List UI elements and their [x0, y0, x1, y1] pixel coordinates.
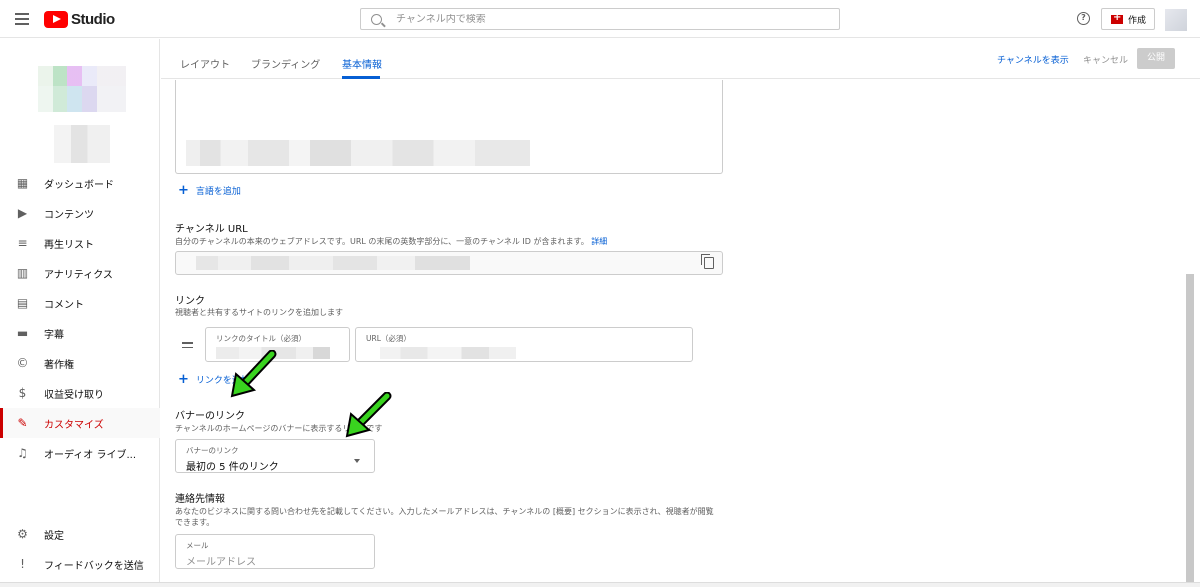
drag-handle-icon[interactable] — [182, 342, 193, 351]
youtube-play-icon — [44, 10, 68, 28]
youtube-studio-logo[interactable]: Studio — [44, 9, 115, 29]
sidebar: ▦ ダッシュボード ▶ コンテンツ ≡ 再生リスト ▥ アナリティクス ▤ コメ… — [0, 39, 160, 587]
banner-links-select[interactable]: バナーのリンク 最初の 5 件のリンク — [175, 439, 375, 473]
content-icon: ▶ — [17, 205, 28, 220]
copyright-icon: © — [16, 355, 29, 370]
dashboard-icon: ▦ — [16, 175, 29, 190]
publish-button[interactable]: 公開 — [1137, 48, 1175, 69]
active-tab-indicator — [342, 76, 380, 79]
links-title: リンク — [175, 296, 205, 307]
help-icon[interactable]: ? — [1077, 12, 1090, 25]
link-url-value-redacted — [380, 347, 516, 359]
dollar-icon: $ — [18, 385, 27, 400]
banner-links-title: バナーのリンク — [175, 411, 245, 422]
feedback-icon: ! — [20, 556, 25, 571]
links-subtitle: 視聴者と共有するサイトのリンクを追加します — [175, 308, 343, 317]
bottom-edge — [0, 582, 1200, 587]
add-language-button[interactable]: + 言語を追加 — [178, 183, 241, 198]
copy-icon[interactable] — [701, 254, 714, 269]
tab-bar: レイアウト ブランディング 基本情報 チャンネルを表示 キャンセル 公開 — [161, 39, 1200, 79]
playlist-icon: ≡ — [17, 235, 28, 250]
sidebar-item-comments[interactable]: ▤ コメント — [0, 288, 160, 318]
annotation-arrow-2 — [345, 392, 392, 438]
sidebar-item-audio-library[interactable]: ♫ オーディオ ライブ... — [0, 438, 160, 468]
tab-branding[interactable]: ブランディング — [251, 56, 320, 71]
account-avatar[interactable] — [1165, 9, 1187, 31]
channel-name — [54, 125, 110, 163]
sidebar-item-subtitles[interactable]: ▬ 字幕 — [0, 318, 160, 348]
sidebar-item-content[interactable]: ▶ コンテンツ — [0, 198, 160, 228]
channel-url-subtitle: 自分のチャンネルの本来のウェブアドレスです。URL の末尾の英数字部分に、一意の… — [175, 237, 608, 246]
description-text-redacted — [186, 140, 530, 166]
search-icon — [371, 13, 382, 25]
menu-icon[interactable] — [15, 13, 29, 25]
view-channel-button[interactable]: チャンネルを表示 — [997, 53, 1069, 66]
comment-icon: ▤ — [16, 295, 29, 310]
annotation-arrow-1 — [230, 350, 277, 398]
sidebar-item-feedback[interactable]: ! フィードバックを送信 — [0, 549, 160, 579]
sidebar-item-settings[interactable]: ⚙ 設定 — [0, 519, 160, 549]
tab-basic-info[interactable]: 基本情報 — [342, 56, 382, 71]
create-button[interactable]: 作成 — [1101, 8, 1155, 30]
details-link[interactable]: 詳細 — [591, 237, 607, 246]
dropdown-caret-icon — [354, 459, 360, 463]
cancel-button[interactable]: キャンセル — [1083, 53, 1128, 66]
tab-layout[interactable]: レイアウト — [180, 56, 230, 71]
magic-wand-icon: ✎ — [17, 415, 28, 430]
gear-icon: ⚙ — [17, 526, 28, 541]
plus-icon: + — [178, 372, 189, 387]
search-bar[interactable] — [360, 8, 840, 30]
search-input[interactable] — [396, 13, 816, 25]
channel-url-title: チャンネル URL — [175, 224, 248, 235]
sidebar-item-analytics[interactable]: ▥ アナリティクス — [0, 258, 160, 288]
sidebar-item-copyright[interactable]: © 著作権 — [0, 348, 160, 378]
channel-url-field — [175, 251, 723, 275]
link-url-field[interactable]: URL（必須） — [355, 327, 693, 362]
sidebar-item-earn[interactable]: $ 収益受け取り — [0, 378, 160, 408]
page-scrollbar[interactable] — [1186, 274, 1194, 587]
contact-info-title: 連絡先情報 — [175, 494, 225, 505]
app-name: Studio — [71, 10, 115, 28]
analytics-icon: ▥ — [16, 265, 29, 280]
contact-info-subtitle-line2: できます。 — [175, 518, 215, 527]
subtitles-icon: ▬ — [16, 325, 29, 340]
channel-url-value-redacted — [196, 256, 470, 270]
channel-avatar-lower — [38, 86, 126, 112]
email-field[interactable]: メール メールアドレス — [175, 534, 375, 569]
sidebar-item-customization[interactable]: ✎ カスタマイズ — [0, 408, 160, 438]
video-camera-icon — [1111, 12, 1123, 24]
audio-library-icon: ♫ — [17, 445, 28, 460]
create-label: 作成 — [1128, 15, 1147, 26]
plus-icon: + — [178, 183, 189, 198]
sidebar-item-dashboard[interactable]: ▦ ダッシュボード — [0, 168, 160, 198]
contact-info-subtitle-line1: あなたのビジネスに関する問い合わせ先を記載してください。入力したメールアドレスは… — [175, 507, 714, 516]
top-bar: Studio ? 作成 — [0, 0, 1200, 38]
sidebar-item-playlists[interactable]: ≡ 再生リスト — [0, 228, 160, 258]
